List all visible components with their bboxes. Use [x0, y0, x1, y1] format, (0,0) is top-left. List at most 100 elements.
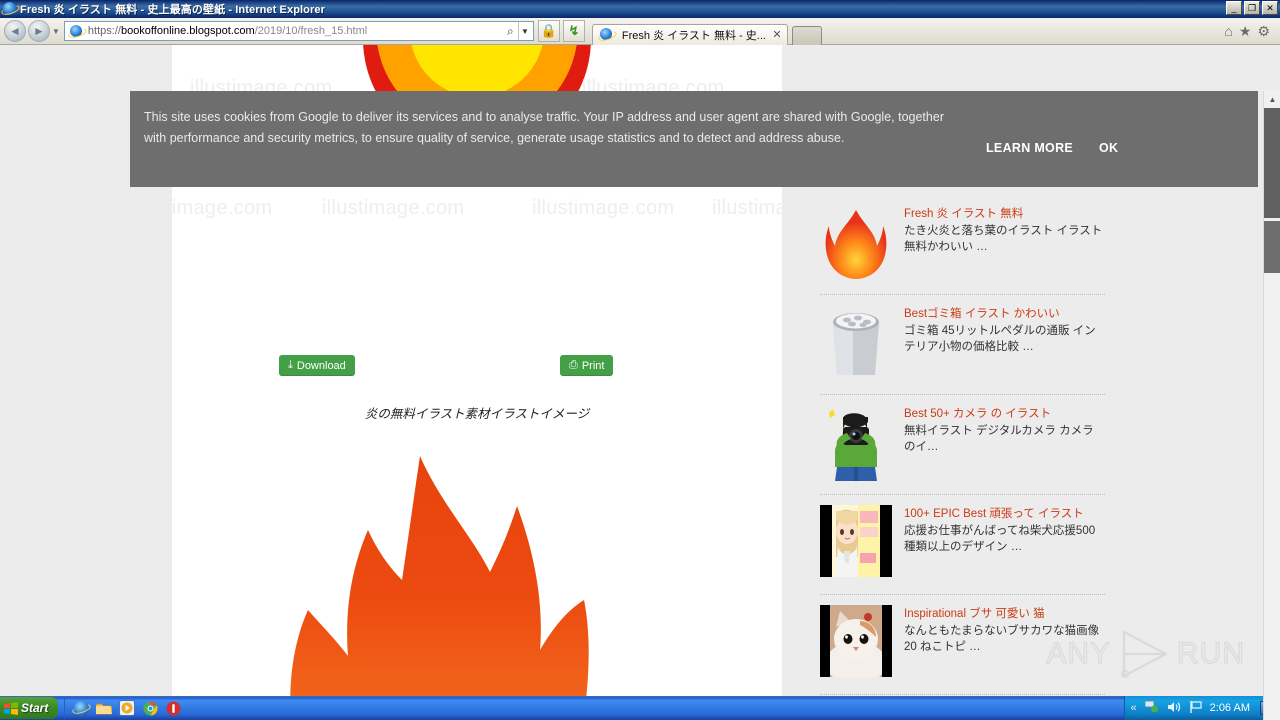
list-item[interactable]: Best 50+ カメラ の イラスト 無料イラスト デジタルカメラ カメラのイ… — [820, 395, 1105, 495]
new-tab-button[interactable] — [791, 25, 822, 45]
chevron-down-icon[interactable]: ▼ — [52, 27, 60, 36]
browser-tab[interactable]: Fresh 炎 イラスト 無料 - 史... ✕ — [591, 23, 788, 45]
clock[interactable]: 2:06 AM — [1210, 702, 1250, 714]
printer-icon: ⎙ — [569, 359, 578, 371]
restore-button[interactable]: ❐ — [1244, 1, 1260, 15]
print-button-label: Print — [581, 359, 605, 372]
volume-icon[interactable] — [1167, 701, 1181, 716]
folder-icon[interactable] — [96, 700, 113, 716]
flame-illustration — [172, 444, 782, 720]
minimize-button[interactable]: _ — [1226, 1, 1242, 15]
internet-explorer-icon — [3, 2, 17, 16]
start-button-label: Start — [21, 701, 49, 715]
tray-expand-icon[interactable]: « — [1131, 702, 1137, 714]
toolbar-right-icons: ⌂ ★ ⚙ — [1224, 23, 1276, 40]
media-player-icon[interactable] — [119, 700, 136, 716]
download-icon: ⤓ — [288, 359, 293, 371]
watermark-text: illustimage.com — [172, 197, 273, 219]
anime-character-icon — [832, 505, 880, 577]
watermark-text: illustimage.com — [322, 197, 465, 219]
download-button[interactable]: ⤓ Download — [279, 355, 355, 376]
list-item-title[interactable]: Fresh 炎 イラスト 無料 — [904, 207, 1105, 222]
tab-strip: Fresh 炎 イラスト 無料 - 史... ✕ — [588, 18, 1224, 45]
list-item-description: 応援お仕事がんばってね柴犬応援500種類以上のデザイン … — [904, 525, 1096, 553]
list-item-title[interactable]: Best 50+ カメラ の イラスト — [904, 407, 1105, 422]
close-button[interactable]: ✕ — [1262, 1, 1278, 15]
cat-thumb-frame — [820, 605, 892, 677]
cat-thumb — [820, 605, 892, 683]
browser-toolbar: ◄ ► ▼ https://bookoffonline.blogspot.com… — [0, 18, 1280, 45]
scrollbar-track-upper[interactable] — [1264, 108, 1280, 218]
internet-explorer-icon[interactable] — [73, 700, 89, 716]
flame-svg — [230, 456, 589, 720]
anyrun-text-left: ANY — [1046, 636, 1111, 670]
list-item-body: Fresh 炎 イラスト 無料 たき火炎と落ち葉のイラスト イラスト無料かわいい… — [904, 205, 1105, 283]
security-lock-button[interactable]: 🔒 — [537, 20, 560, 42]
network-icon[interactable] — [1144, 700, 1159, 716]
flame-thumb — [820, 205, 892, 283]
refresh-button[interactable]: ↯ — [562, 20, 585, 42]
learn-more-button[interactable]: LEARN MORE — [986, 141, 1073, 155]
camera-thumb — [820, 405, 892, 483]
back-button[interactable]: ◄ — [4, 20, 26, 42]
list-item-description: たき火炎と落ち葉のイラスト イラスト無料かわいい … — [904, 225, 1103, 253]
address-text: https://bookoffonline.blogspot.com/2019/… — [88, 25, 503, 37]
tab-label: Fresh 炎 イラスト 無料 - 史... — [621, 29, 766, 42]
list-item[interactable]: 100+ EPIC Best 頑張って イラスト 応援お仕事がんばってね柴犬応援… — [820, 495, 1105, 595]
list-item-body: Bestゴミ箱 イラスト かわいい ゴミ箱 45リットルペダルの通販 インテリア… — [904, 305, 1105, 383]
address-dropdown-icon[interactable]: ▼ — [517, 22, 531, 40]
anyrun-play-logo-icon — [1121, 630, 1168, 678]
window-titlebar: Fresh 炎 イラスト 無料 - 史上最高の壁紙 - Internet Exp… — [0, 0, 1280, 18]
gear-icon[interactable]: ⚙ — [1257, 23, 1270, 40]
list-item-body: 100+ EPIC Best 頑張って イラスト 応援お仕事がんばってね柴犬応援… — [904, 505, 1105, 583]
refresh-icon: ↯ — [568, 23, 580, 38]
list-item-description: ゴミ箱 45リットルペダルの通販 インテリア小物の価格比較 … — [904, 325, 1096, 353]
cookie-message: This site uses cookies from Google to de… — [144, 110, 944, 145]
image-caption: 炎の無料イラスト素材イラストイメージ — [364, 407, 590, 421]
search-icon[interactable]: ⌕ — [503, 24, 518, 39]
tab-favicon — [599, 27, 615, 42]
favorites-star-icon[interactable]: ★ — [1239, 23, 1252, 40]
lock-icon: 🔒 — [540, 23, 558, 38]
page-viewport: illustimage.com illustimage.com illustim… — [0, 45, 1280, 720]
list-item-title[interactable]: Bestゴミ箱 イラスト かわいい — [904, 307, 1105, 322]
scroll-up-button[interactable]: ▲ — [1264, 91, 1280, 108]
forward-button[interactable]: ► — [28, 20, 50, 42]
download-button-label: Download — [296, 359, 346, 372]
print-button[interactable]: ⎙ Print — [560, 355, 614, 376]
cat-photo-icon — [830, 605, 882, 677]
camera-person-icon — [829, 409, 877, 481]
system-tray: « 2:06 AM — [1123, 696, 1280, 720]
home-icon[interactable]: ⌂ — [1224, 23, 1232, 39]
trash-bin-icon — [833, 313, 879, 375]
list-item[interactable]: Bestゴミ箱 イラスト かわいい ゴミ箱 45リットルペダルの通販 インテリア… — [820, 295, 1105, 395]
list-item[interactable]: Fresh 炎 イラスト 無料 たき火炎と落ち葉のイラスト イラスト無料かわいい… — [820, 195, 1105, 295]
cookie-ok-button[interactable]: OK — [1099, 141, 1118, 155]
anyrun-text-right: RUN — [1176, 636, 1245, 670]
url-host: bookoffonline.blogspot.com — [120, 25, 255, 37]
scrollbar-thumb[interactable] — [1264, 221, 1280, 273]
list-item-title[interactable]: 100+ EPIC Best 頑張って イラスト — [904, 507, 1105, 522]
start-button[interactable]: Start — [0, 697, 59, 719]
window-title: Fresh 炎 イラスト 無料 - 史上最高の壁紙 - Internet Exp… — [20, 4, 325, 16]
tab-close-icon[interactable]: ✕ — [771, 28, 783, 41]
watermark-text: illustimage.com — [712, 197, 782, 219]
cookie-actions: LEARN MORE OK — [986, 141, 1118, 155]
quick-launch-bar — [64, 697, 189, 719]
anime-thumb-frame — [820, 505, 892, 577]
windows-taskbar: Start « 2:06 AM — [0, 696, 1280, 720]
vertical-scrollbar[interactable]: ▲ ▼ — [1263, 91, 1280, 720]
anyrun-watermark: ANY RUN — [1046, 628, 1245, 680]
flag-icon[interactable] — [1189, 700, 1202, 716]
list-item-title[interactable]: Inspirational ブサ 可愛い 猫 — [904, 607, 1105, 622]
address-bar[interactable]: https://bookoffonline.blogspot.com/2019/… — [63, 21, 534, 41]
list-item-description: 無料イラスト デジタルカメラ カメラのイ… — [904, 425, 1094, 453]
watermark-text: illustimage.com — [532, 197, 675, 219]
list-item-body: Best 50+ カメラ の イラスト 無料イラスト デジタルカメラ カメラのイ… — [904, 405, 1105, 483]
chrome-icon[interactable] — [142, 700, 158, 716]
anime-thumb — [820, 505, 892, 583]
flame-icon — [825, 210, 887, 279]
cookie-consent-banner: This site uses cookies from Google to de… — [130, 91, 1258, 187]
stop-app-icon[interactable] — [165, 700, 181, 716]
action-buttons: ⤓ Download ⎙ Print — [172, 355, 782, 399]
